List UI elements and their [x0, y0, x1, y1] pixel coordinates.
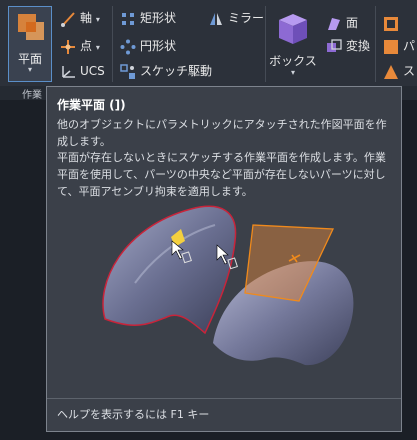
axis-label: 軸	[80, 11, 93, 25]
point-button[interactable]: 点 ▾	[60, 37, 100, 55]
point-dropdown-icon[interactable]: ▾	[96, 43, 100, 52]
mirror-icon	[210, 12, 222, 25]
panel-label: 作業	[22, 90, 42, 101]
ucs-label: UCS	[80, 64, 105, 78]
rectangular-pattern-button[interactable]: 矩形状	[120, 9, 176, 27]
right-tool-1[interactable]	[383, 14, 403, 32]
tooltip-description: 平面が存在しないときにスケッチする作業平面を作成します。作業平面を使用して、パー…	[57, 151, 386, 198]
axis-button[interactable]: 軸 ▾	[60, 9, 100, 27]
axis-dropdown-icon[interactable]: ▾	[96, 15, 100, 24]
right-tool-3-icon	[384, 64, 398, 79]
mirror-label: ミラー	[228, 11, 265, 25]
sketch-driven-pattern-icon	[120, 63, 135, 79]
rectangular-pattern-icon	[122, 12, 134, 25]
circular-pattern-button[interactable]: 円形状	[120, 37, 176, 55]
transform-label: 変換	[346, 39, 371, 53]
chevron-down-icon[interactable]: ▾	[9, 65, 51, 74]
ucs-button[interactable]: UCS	[60, 62, 105, 80]
tooltip-footer: ヘルプを表示するには F1 キー	[57, 408, 210, 421]
face-icon	[328, 17, 340, 30]
right-tool-2-label: パ	[403, 39, 416, 53]
tooltip-summary: 他のオブジェクトにパラメトリックにアタッチされた作図平面を作成します。	[57, 118, 387, 148]
face-label: 面	[346, 16, 359, 30]
right-tool-3[interactable]: ス	[383, 62, 415, 80]
right-tool-2[interactable]: パ	[383, 37, 415, 55]
box-button[interactable]: ボックス ▾	[269, 10, 317, 80]
sketch-driven-pattern-label: スケッチ駆動	[140, 64, 213, 78]
tooltip: 作業平面 (]) 他のオブジェクトにパラメトリックにアタッチされた作図平面を作成…	[46, 86, 402, 432]
tooltip-divider	[47, 398, 401, 399]
mirror-button[interactable]: ミラー	[208, 9, 264, 27]
transform-button[interactable]: 変換	[326, 37, 370, 55]
ucs-icon	[62, 65, 75, 78]
ribbon-separator	[375, 6, 376, 82]
circular-pattern-label: 円形状	[140, 39, 177, 53]
box-icon	[279, 14, 307, 44]
axis-icon	[61, 11, 75, 27]
sketch-driven-pattern-button[interactable]: スケッチ駆動	[120, 62, 212, 80]
face-button[interactable]: 面	[326, 14, 358, 32]
right-tool-3-label: ス	[403, 64, 416, 78]
plane-icon	[18, 14, 44, 40]
point-label: 点	[80, 39, 93, 53]
point-icon	[61, 39, 75, 54]
ribbon: 平面 ▾ 軸 ▾ 点 ▾ UCS 矩形状 円形状 スケッチ駆動 ミラー ボックス…	[0, 0, 417, 101]
ribbon-separator	[265, 6, 266, 82]
right-tool-2-icon	[384, 39, 398, 54]
work-plane-illustration	[102, 205, 354, 366]
chevron-down-icon[interactable]: ▾	[271, 68, 315, 77]
rectangular-pattern-label: 矩形状	[140, 11, 177, 25]
box-label: ボックス	[269, 54, 317, 68]
plane-button[interactable]: 平面 ▾	[8, 6, 52, 82]
tooltip-title: 作業平面 (])	[57, 98, 126, 112]
left-part-shape	[102, 205, 237, 335]
right-tool-1-icon	[384, 16, 398, 31]
ribbon-separator	[112, 6, 113, 82]
transform-icon	[327, 38, 342, 52]
circular-pattern-icon	[120, 39, 136, 54]
